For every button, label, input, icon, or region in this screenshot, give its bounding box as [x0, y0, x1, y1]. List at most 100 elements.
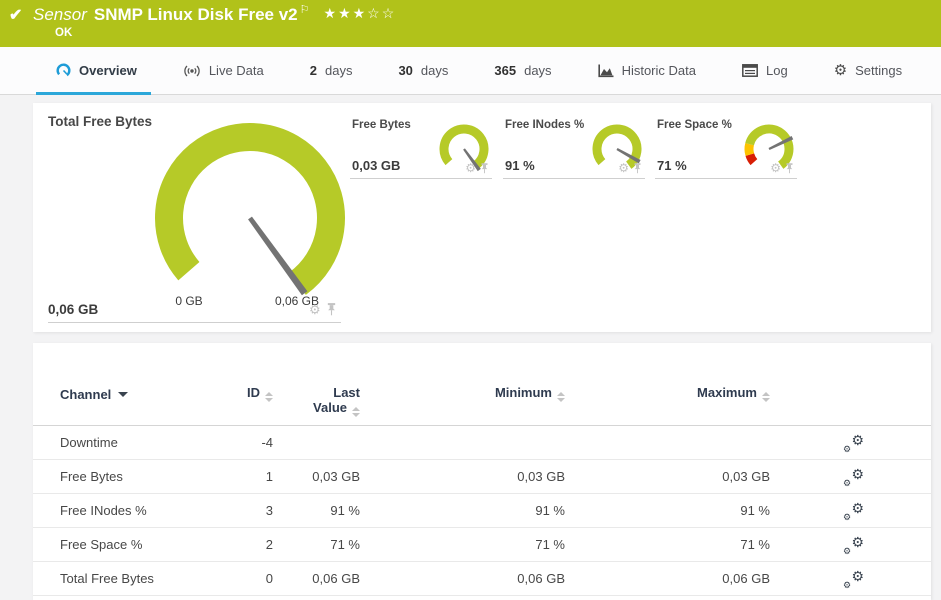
tab-label: Overview: [79, 63, 137, 78]
tab-overview[interactable]: Overview: [36, 47, 151, 95]
channel-maximum: 0,03 GB: [722, 469, 770, 484]
channel-minimum: 0,06 GB: [517, 571, 565, 586]
broadcast-icon: [183, 64, 201, 78]
column-label: Minimum: [494, 385, 552, 400]
table-row-free-inodes: Free INodes % 3 91 % 91 % 91 % ⚙ ⚙: [33, 494, 931, 528]
gauge-title: Free Space %: [657, 119, 732, 131]
channel-name[interactable]: Free Bytes: [60, 460, 123, 493]
gear-icon[interactable]: ⚙: [309, 303, 321, 316]
column-label: Channel: [60, 387, 112, 402]
gauge-free-inodes: Free INodes % 91 % ⚙: [503, 112, 645, 179]
gauge-free-bytes: Free Bytes 0,03 GB ⚙: [350, 112, 492, 179]
channel-id: 2: [265, 537, 273, 552]
tab-label: days: [420, 63, 449, 78]
object-kind-label: Sensor: [33, 5, 87, 24]
sort-icon[interactable]: [557, 392, 565, 402]
tab-number: 30: [398, 63, 413, 78]
channel-minimum: 0,03 GB: [517, 469, 565, 484]
pin-icon[interactable]: [633, 162, 642, 174]
chevron-down-icon: [118, 392, 129, 397]
channel-maximum: 91 %: [740, 503, 770, 518]
sensor-status-header: ✔ Sensor SNMP Linux Disk Free v2 ⚐ ★★★☆☆ OK: [0, 0, 941, 47]
channel-settings-gears-icon[interactable]: ⚙ ⚙: [842, 535, 864, 556]
tab-label: days: [324, 63, 353, 78]
gear-icon[interactable]: ⚙: [770, 162, 781, 174]
column-header-id[interactable]: ID: [173, 385, 273, 402]
sort-icon[interactable]: [352, 407, 360, 417]
status-ok-check-icon: ✔: [9, 7, 23, 24]
sensor-status-text: OK: [55, 27, 73, 39]
channel-last-value: 91 %: [330, 503, 360, 518]
channel-last-value: 71 %: [330, 537, 360, 552]
tab-label: Log: [765, 63, 788, 78]
pin-icon[interactable]: [326, 303, 337, 316]
tab-label: Historic Data: [621, 63, 696, 78]
channel-id: 3: [265, 503, 273, 518]
tab-settings[interactable]: ⚙ Settings: [834, 47, 902, 94]
pin-icon[interactable]: [480, 162, 489, 174]
channel-settings-gears-icon[interactable]: ⚙ ⚙: [842, 467, 864, 488]
tab-30-days[interactable]: 30 days: [398, 47, 448, 94]
log-icon: [742, 64, 758, 77]
channel-id: 1: [265, 469, 273, 484]
channel-maximum: 0,06 GB: [722, 571, 770, 586]
gauge-scale-min: 0 GB: [175, 294, 203, 308]
gauge-free-space: Free Space % 71 % ⚙: [655, 112, 797, 179]
tab-number: 365: [494, 63, 517, 78]
channels-table: Channel ID Last Value Minimum Maximum Do…: [33, 343, 931, 600]
channel-name[interactable]: Free INodes %: [60, 494, 147, 527]
gauge-title: Free INodes %: [505, 119, 585, 131]
column-header-minimum[interactable]: Minimum: [465, 385, 565, 402]
column-header-maximum[interactable]: Maximum: [670, 385, 770, 402]
column-label: Last: [333, 385, 360, 400]
tab-number: 2: [309, 63, 317, 78]
flag-icon[interactable]: ⚐: [300, 4, 310, 16]
channel-last-value: 0,03 GB: [312, 469, 360, 484]
column-label: ID: [247, 385, 260, 400]
table-row-downtime: Downtime -4 ⚙ ⚙: [33, 426, 931, 460]
tab-live-data[interactable]: Live Data: [183, 47, 264, 94]
channel-settings-gears-icon[interactable]: ⚙ ⚙: [842, 501, 864, 522]
gear-icon: ⚙: [833, 62, 848, 79]
sensor-title: SNMP Linux Disk Free v2: [93, 5, 298, 24]
table-row-total-free-bytes: Total Free Bytes 0 0,06 GB 0,06 GB 0,06 …: [33, 562, 931, 596]
gauge-underline: [48, 322, 341, 323]
column-label: Maximum: [697, 385, 757, 400]
channel-name[interactable]: Total Free Bytes: [60, 562, 154, 595]
column-label: Value: [313, 400, 347, 415]
channel-id: 0: [265, 571, 273, 586]
tab-2-days[interactable]: 2 days: [310, 47, 353, 94]
column-header-channel[interactable]: Channel: [60, 387, 129, 402]
tab-log[interactable]: Log: [742, 47, 788, 94]
channel-settings-gears-icon[interactable]: ⚙ ⚙: [842, 569, 864, 590]
column-header-last-value[interactable]: Last Value: [260, 385, 360, 417]
channel-minimum: 71 %: [535, 537, 565, 552]
tab-bar: Overview Live Data 2 days 30 days 365 da…: [0, 47, 941, 95]
tab-historic-data[interactable]: Historic Data: [597, 47, 696, 94]
tab-label: Settings: [855, 63, 903, 78]
sort-icon[interactable]: [762, 392, 770, 402]
tab-label: Live Data: [208, 63, 264, 78]
gear-icon[interactable]: ⚙: [465, 162, 476, 174]
tab-label: days: [524, 63, 552, 78]
channel-name[interactable]: Downtime: [60, 426, 118, 459]
table-header-row: Channel ID Last Value Minimum Maximum: [33, 343, 931, 426]
tab-365-days[interactable]: 365 days: [494, 47, 551, 94]
channel-last-value: 0,06 GB: [312, 571, 360, 586]
priority-stars[interactable]: ★★★☆☆: [324, 5, 397, 21]
gauge-value: 71 %: [657, 158, 687, 173]
gauge-value: 91 %: [505, 158, 535, 173]
table-row-free-bytes: Free Bytes 1 0,03 GB 0,03 GB 0,03 GB ⚙ ⚙: [33, 460, 931, 494]
gauge-value: 0,06 GB: [48, 302, 99, 317]
gauge-value: 0,03 GB: [352, 158, 401, 173]
channel-settings-gears-icon[interactable]: ⚙ ⚙: [842, 433, 864, 454]
gauge-dial: [155, 123, 345, 296]
gauge-title: Total Free Bytes: [48, 114, 153, 129]
pin-icon[interactable]: [785, 162, 794, 174]
gauges-panel: Total Free Bytes 0 GB 0,06 GB 0,06 GB ⚙ …: [33, 103, 931, 332]
channel-id: -4: [261, 435, 273, 450]
channel-maximum: 71 %: [740, 537, 770, 552]
channel-name[interactable]: Free Space %: [60, 528, 142, 561]
gear-icon[interactable]: ⚙: [618, 162, 629, 174]
gauge-title: Free Bytes: [352, 119, 411, 131]
